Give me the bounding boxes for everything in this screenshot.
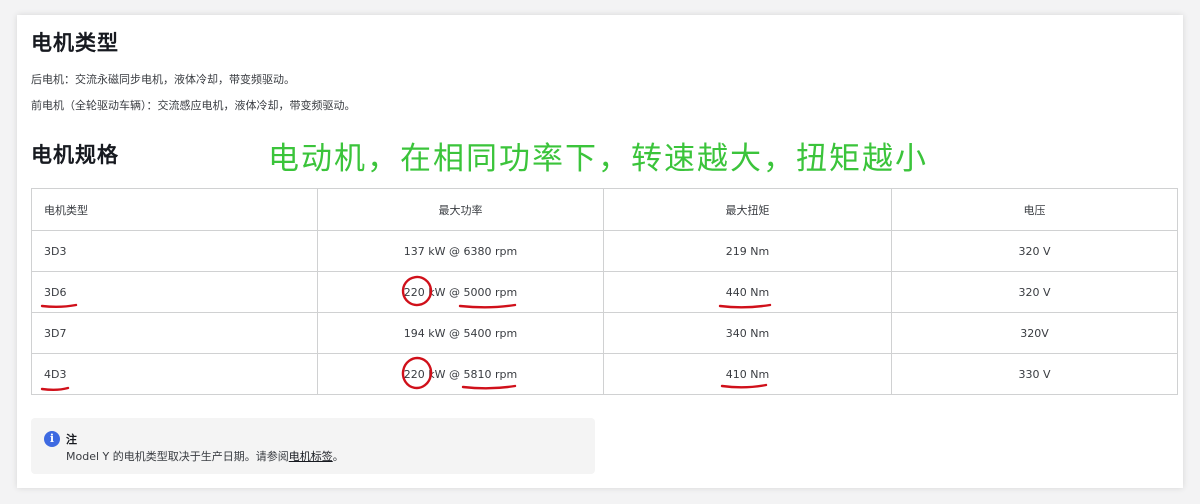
cell-voltage: 320V: [891, 312, 1178, 354]
cell-motor-type: 3D6: [31, 271, 318, 313]
table-row: 3D3 137 kW @ 6380 rpm 219 Nm 320 V: [31, 230, 1178, 272]
header-max-torque: 最大扭矩: [603, 188, 892, 231]
table-row: 3D7 194 kW @ 5400 rpm 340 Nm 320V: [31, 312, 1178, 354]
motor-spec-table: 电机类型 最大功率 最大扭矩 电压 3D3 137 kW @ 6380 rpm …: [31, 188, 1178, 395]
info-icon: i: [44, 431, 60, 447]
cell-motor-type: 3D3: [31, 230, 318, 272]
cell-max-power: 220 kW @ 5810 rpm: [317, 353, 604, 395]
header-motor-type: 电机类型: [31, 188, 318, 231]
motor-spec-heading: 电机规格: [31, 143, 119, 167]
cell-motor-type: 3D7: [31, 312, 318, 354]
header-voltage: 电压: [891, 188, 1178, 231]
note-text-before: Model Y 的电机类型取决于生产日期。请参阅: [66, 450, 289, 463]
cell-motor-type: 4D3: [31, 353, 318, 395]
note-box: i 注 Model Y 的电机类型取决于生产日期。请参阅电机标签。: [31, 418, 595, 474]
cell-max-torque: 219 Nm: [603, 230, 892, 272]
cell-max-torque: 340 Nm: [603, 312, 892, 354]
cell-max-torque: 440 Nm: [603, 271, 892, 313]
cell-voltage: 320 V: [891, 271, 1178, 313]
front-motor-description: 前电机（全轮驱动车辆）：交流感应电机，液体冷却，带变频驱动。: [31, 99, 356, 112]
cell-max-power: 194 kW @ 5400 rpm: [317, 312, 604, 354]
motor-type-heading: 电机类型: [31, 31, 119, 55]
cell-max-power: 220 kW @ 5000 rpm: [317, 271, 604, 313]
cell-max-torque: 410 Nm: [603, 353, 892, 395]
handwritten-annotation: 电动机，在相同功率下，转速越大，扭矩越小: [268, 141, 928, 177]
table-row: 3D6 220 kW @ 5000 rpm 440 Nm 320 V: [31, 271, 1178, 313]
cell-voltage: 330 V: [891, 353, 1178, 395]
note-text: Model Y 的电机类型取决于生产日期。请参阅电机标签。: [66, 448, 344, 464]
cell-max-power: 137 kW @ 6380 rpm: [317, 230, 604, 272]
note-text-after: 。: [332, 450, 344, 463]
motor-label-link[interactable]: 电机标签: [289, 450, 333, 463]
table-header-row: 电机类型 最大功率 最大扭矩 电压: [31, 188, 1178, 231]
note-title: 注: [66, 433, 77, 446]
table-row: 4D3 220 kW @ 5810 rpm 410 Nm 330 V: [31, 353, 1178, 395]
cell-voltage: 320 V: [891, 230, 1178, 272]
header-max-power: 最大功率: [317, 188, 604, 231]
rear-motor-description: 后电机：交流永磁同步电机，液体冷却，带变频驱动。: [31, 73, 295, 86]
